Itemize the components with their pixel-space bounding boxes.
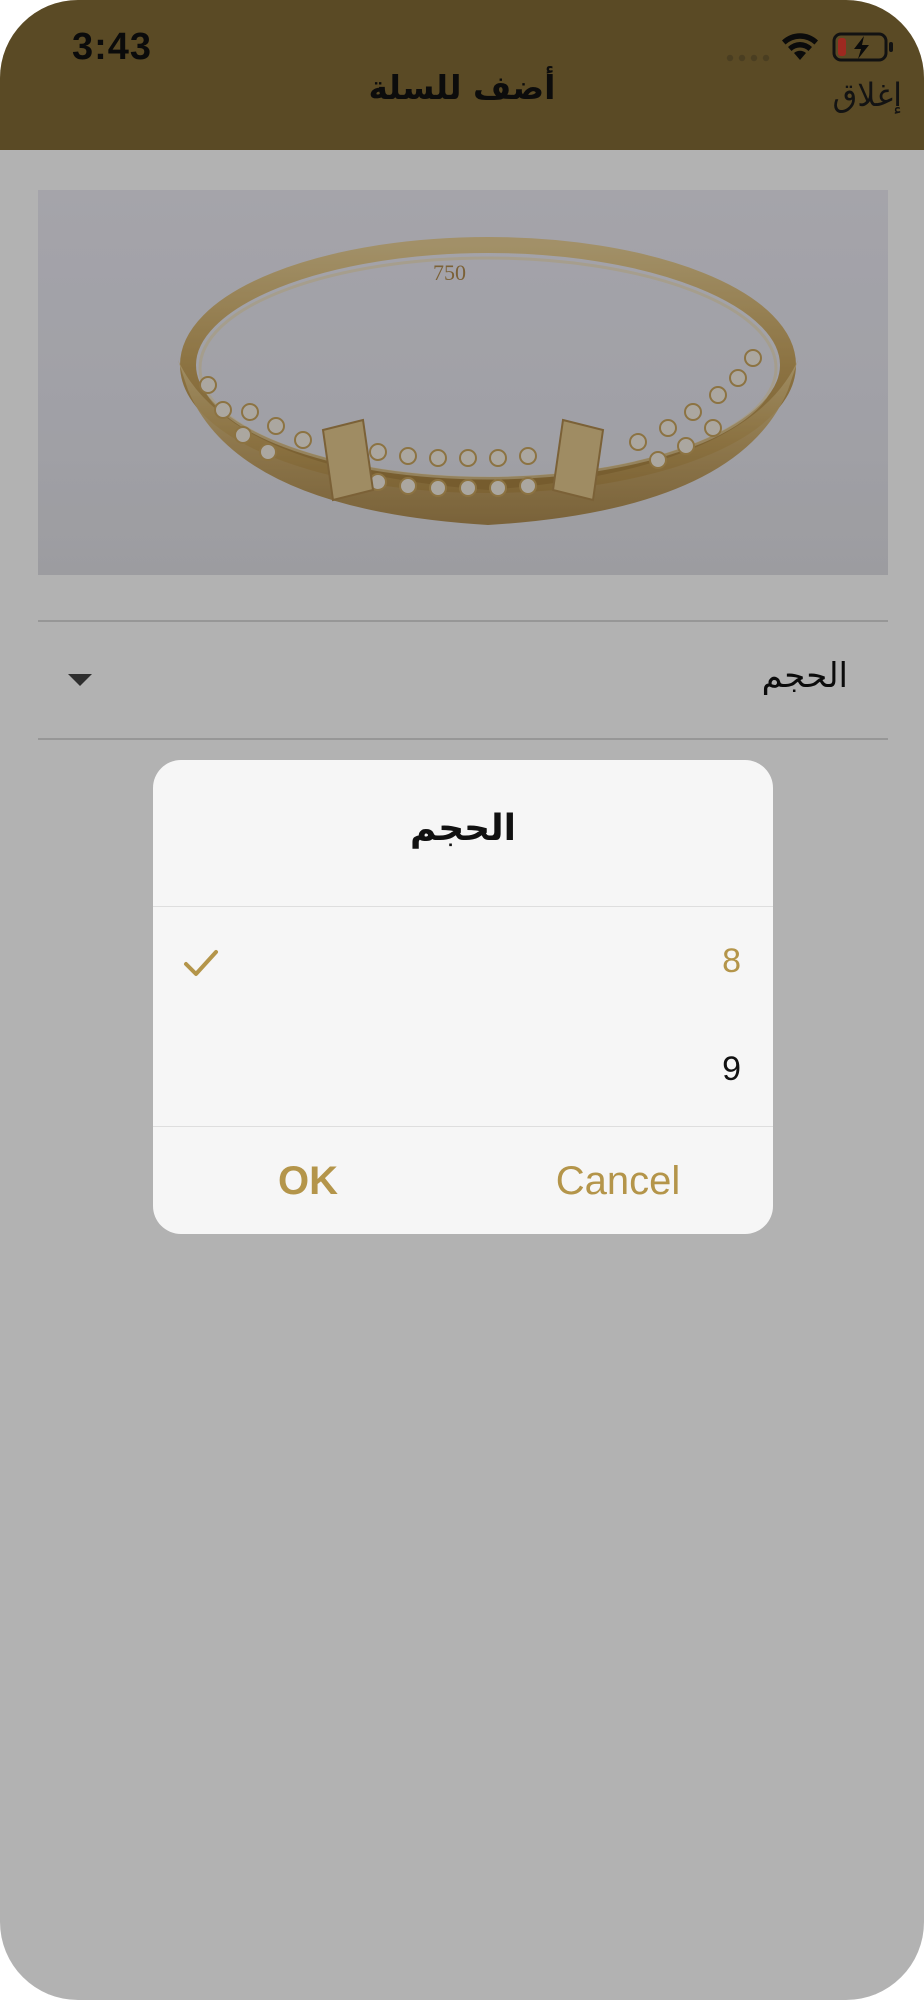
phone-screen: 3:43 أضف للسلة إغلاق 750 الحجم الحجم 8 9… bbox=[0, 0, 924, 2000]
size-option-9[interactable]: 9 bbox=[153, 1016, 773, 1124]
divider bbox=[153, 906, 773, 907]
option-label: 8 bbox=[722, 942, 741, 980]
size-picker-dialog: الحجم 8 9 OK Cancel bbox=[153, 760, 773, 1234]
cancel-button[interactable]: Cancel bbox=[463, 1128, 773, 1234]
checkmark-icon bbox=[184, 950, 218, 976]
divider bbox=[153, 1126, 773, 1127]
ok-button[interactable]: OK bbox=[153, 1128, 463, 1234]
dialog-title: الحجم bbox=[410, 808, 516, 849]
option-label: 9 bbox=[722, 1050, 741, 1088]
size-option-8[interactable]: 8 bbox=[153, 908, 773, 1016]
